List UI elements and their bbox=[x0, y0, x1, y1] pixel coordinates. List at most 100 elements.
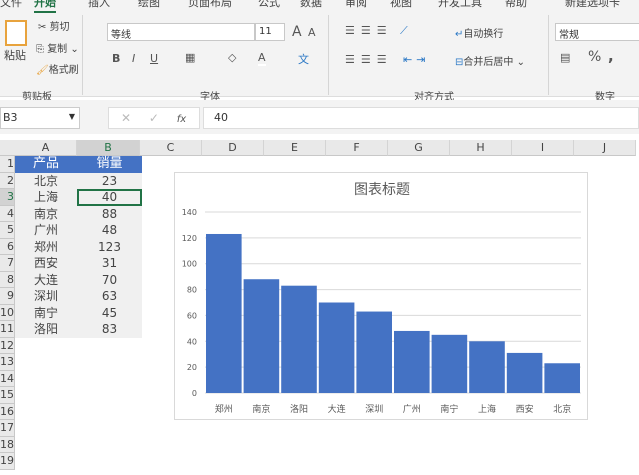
sales-cell[interactable]: 123 bbox=[77, 238, 142, 255]
tab-10[interactable]: 帮助 bbox=[505, 0, 527, 10]
font-color-button[interactable]: A bbox=[258, 51, 266, 66]
product-cell[interactable]: 南宁 bbox=[15, 304, 77, 321]
italic-button[interactable]: I bbox=[132, 52, 135, 65]
orientation-icon[interactable]: ⟋ bbox=[400, 24, 408, 38]
row-header-9[interactable]: 9 bbox=[0, 288, 15, 305]
accounting-icon[interactable]: ▤ bbox=[560, 51, 570, 64]
row-header-19[interactable]: 19 bbox=[0, 453, 15, 470]
column-header-A[interactable]: A bbox=[15, 140, 77, 156]
cut-button[interactable]: ✂ 剪切 bbox=[38, 18, 70, 33]
product-cell[interactable]: 西安 bbox=[15, 255, 77, 272]
underline-button[interactable]: U bbox=[150, 52, 158, 65]
product-cell[interactable]: 广州 bbox=[15, 222, 77, 239]
row-header-18[interactable]: 18 bbox=[0, 436, 15, 453]
table-header-cell[interactable]: 销量 bbox=[77, 156, 142, 173]
name-box[interactable]: B3 ▼ bbox=[0, 107, 80, 129]
sales-cell[interactable]: 48 bbox=[77, 222, 142, 239]
formula-input[interactable]: 40 bbox=[203, 107, 639, 129]
product-cell[interactable]: 北京 bbox=[15, 172, 77, 189]
sales-cell[interactable]: 70 bbox=[77, 271, 142, 288]
select-all-corner[interactable] bbox=[0, 140, 15, 156]
row-header-5[interactable]: 5 bbox=[0, 222, 15, 239]
shrink-font-button[interactable]: A bbox=[308, 26, 316, 39]
product-cell[interactable]: 郑州 bbox=[15, 238, 77, 255]
grow-font-button[interactable]: A bbox=[292, 24, 302, 40]
row-header-4[interactable]: 4 bbox=[0, 205, 15, 222]
percent-button[interactable]: % bbox=[588, 49, 601, 65]
row-header-7[interactable]: 7 bbox=[0, 255, 15, 272]
bar-广州[interactable] bbox=[394, 330, 430, 393]
sales-cell[interactable]: 40 bbox=[77, 189, 142, 206]
bar-西安[interactable] bbox=[506, 352, 543, 393]
row-header-10[interactable]: 10 bbox=[0, 304, 15, 321]
row-header-1[interactable]: 1 bbox=[0, 156, 15, 173]
bar-南京[interactable] bbox=[243, 279, 280, 393]
tab-5[interactable]: 公式 bbox=[258, 0, 280, 10]
paste-button[interactable]: 粘贴 bbox=[4, 47, 26, 63]
row-header-3[interactable]: 3 bbox=[0, 189, 15, 206]
insert-function-button[interactable]: fx bbox=[177, 114, 186, 125]
cancel-icon[interactable]: ✕ bbox=[121, 111, 131, 125]
tab-2[interactable]: 插入 bbox=[88, 0, 110, 10]
border-icon[interactable]: ▦ bbox=[185, 51, 195, 64]
tab-4[interactable]: 页面布局 bbox=[188, 0, 232, 10]
product-cell[interactable]: 深圳 bbox=[15, 288, 77, 305]
copy-button[interactable]: ⎘ 复制 ⌄ bbox=[36, 40, 79, 55]
product-cell[interactable]: 南京 bbox=[15, 205, 77, 222]
bold-button[interactable]: B bbox=[112, 52, 120, 65]
sales-cell[interactable]: 63 bbox=[77, 288, 142, 305]
row-header-2[interactable]: 2 bbox=[0, 172, 15, 189]
row-header-11[interactable]: 11 bbox=[0, 321, 15, 338]
tab-3[interactable]: 绘图 bbox=[138, 0, 160, 10]
table-header-cell[interactable]: 产品 bbox=[15, 156, 77, 173]
sales-cell[interactable]: 83 bbox=[77, 321, 142, 338]
column-header-C[interactable]: C bbox=[140, 140, 202, 156]
horizontal-align-icons[interactable]: ☰☰☰ bbox=[345, 53, 393, 66]
product-cell[interactable]: 大连 bbox=[15, 271, 77, 288]
row-header-15[interactable]: 15 bbox=[0, 387, 15, 404]
tab-7[interactable]: 审阅 bbox=[345, 0, 367, 10]
column-header-E[interactable]: E bbox=[264, 140, 326, 156]
row-header-13[interactable]: 13 bbox=[0, 354, 15, 371]
sales-cell[interactable]: 23 bbox=[77, 172, 142, 189]
bar-深圳[interactable] bbox=[356, 311, 392, 393]
font-size-select[interactable]: 11 bbox=[255, 23, 285, 41]
row-header-6[interactable]: 6 bbox=[0, 238, 15, 255]
row-header-8[interactable]: 8 bbox=[0, 271, 15, 288]
column-header-I[interactable]: I bbox=[512, 140, 574, 156]
column-header-D[interactable]: D bbox=[202, 140, 264, 156]
column-header-F[interactable]: F bbox=[326, 140, 388, 156]
column-header-B[interactable]: B bbox=[77, 140, 140, 156]
paste-icon[interactable] bbox=[5, 20, 27, 46]
tab-0[interactable]: 文件 bbox=[0, 0, 22, 10]
column-header-H[interactable]: H bbox=[450, 140, 512, 156]
tab-8[interactable]: 视图 bbox=[390, 0, 412, 10]
chart[interactable]: 图表标题 0 20 40 60 80 100 120 140 郑州 南京 洛阳 大连 深圳 广州 南宁 上海西… bbox=[174, 172, 588, 420]
bar-南宁[interactable] bbox=[431, 334, 468, 393]
product-cell[interactable]: 洛阳 bbox=[15, 321, 77, 338]
row-header-16[interactable]: 16 bbox=[0, 403, 15, 420]
bar-洛阳[interactable] bbox=[281, 285, 317, 393]
product-cell[interactable]: 上海 bbox=[15, 189, 77, 206]
bar-大连[interactable] bbox=[318, 302, 355, 394]
phonetic-icon[interactable]: 文 bbox=[298, 51, 309, 67]
font-name-select[interactable]: 等线 bbox=[107, 23, 255, 41]
row-header-14[interactable]: 14 bbox=[0, 370, 15, 387]
tab-1[interactable]: 开始 bbox=[34, 0, 56, 13]
column-header-J[interactable]: J bbox=[574, 140, 636, 156]
number-format-select[interactable]: 常规 bbox=[555, 23, 639, 41]
merge-center-button[interactable]: ⊟合并后居中 ⌄ bbox=[455, 53, 525, 68]
column-header-G[interactable]: G bbox=[388, 140, 450, 156]
row-header-12[interactable]: 12 bbox=[0, 337, 15, 354]
bar-上海[interactable] bbox=[469, 341, 505, 393]
row-header-17[interactable]: 17 bbox=[0, 420, 15, 437]
enter-icon[interactable]: ✓ bbox=[149, 111, 159, 125]
fill-color-icon[interactable]: ◇ bbox=[228, 51, 236, 64]
bar-北京[interactable] bbox=[544, 363, 580, 393]
comma-button[interactable]: , bbox=[608, 47, 614, 65]
format-painter-button[interactable]: 🖌格式刷 bbox=[36, 61, 79, 76]
tab-9[interactable]: 开发工具 bbox=[438, 0, 482, 10]
tab-6[interactable]: 数据 bbox=[300, 0, 322, 10]
vertical-align-icons[interactable]: ☰☰☰ bbox=[345, 24, 393, 37]
tab-11[interactable]: 新建选项卡 bbox=[565, 0, 620, 10]
